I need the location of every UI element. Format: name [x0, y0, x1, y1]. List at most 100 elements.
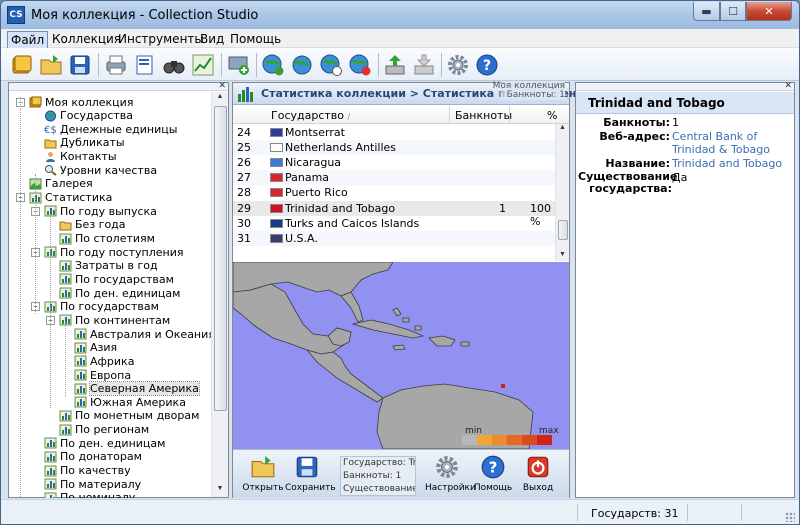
print-preview-button[interactable]: [132, 52, 158, 78]
country-button[interactable]: [289, 52, 315, 78]
maximize-button[interactable]: ☐: [720, 2, 746, 21]
open-folder-icon: [40, 55, 62, 75]
tree-node[interactable]: Затраты в год: [59, 259, 158, 273]
tree-node[interactable]: По континентам: [59, 313, 170, 327]
tree-node[interactable]: По государствам: [44, 300, 159, 314]
scroll-up-icon[interactable]: ▲: [556, 124, 569, 131]
tree-node-label: По ден. единицам: [60, 436, 166, 450]
table-scrollbar[interactable]: ▲ ▼: [555, 124, 569, 261]
map-hispaniola: [428, 335, 456, 347]
tree-node[interactable]: Южная Америка: [74, 395, 186, 409]
scroll-down-icon[interactable]: ▼: [212, 485, 228, 492]
open-button[interactable]: Открыть: [241, 454, 285, 498]
tree-scroll-thumb[interactable]: [214, 106, 227, 411]
table-scroll-thumb[interactable]: [558, 220, 568, 240]
tree-node[interactable]: По ден. единицам: [59, 286, 180, 300]
tree-node[interactable]: По государствам: [59, 272, 174, 286]
tree-node[interactable]: Дубликаты: [44, 136, 125, 150]
panel-close-icon[interactable]: ✕: [218, 80, 226, 91]
add-item-button[interactable]: [226, 52, 252, 78]
import-button[interactable]: [382, 52, 408, 78]
row-number: 25: [237, 141, 251, 155]
exit-button[interactable]: Выход: [516, 454, 560, 498]
name-link[interactable]: Trinidad and Tobago: [672, 157, 782, 170]
resize-grip[interactable]: [785, 512, 795, 522]
menu-view[interactable]: Вид: [197, 31, 227, 47]
tree-node[interactable]: Уровни качества: [44, 163, 157, 177]
app-window: CS Моя коллекция - Collection Studio ▬ ☐…: [0, 0, 800, 525]
tree-node-label: Затраты в год: [75, 259, 158, 273]
open-button[interactable]: [38, 52, 64, 78]
website-link[interactable]: Central Bank of Trinidad & Tobago: [672, 130, 780, 156]
title-bar[interactable]: CS Моя коллекция - Collection Studio ▬ ☐…: [1, 1, 799, 29]
column-country[interactable]: Государство ∕: [271, 109, 350, 122]
country-info-button[interactable]: [318, 52, 344, 78]
tree-node[interactable]: €$ Денежные единицы: [44, 122, 177, 136]
info-notes: Банкноты: 1: [343, 471, 402, 481]
find-button[interactable]: [161, 52, 187, 78]
help-button[interactable]: ? Помощь: [471, 454, 515, 498]
prop-key: Название:: [605, 157, 670, 170]
table-row[interactable]: 30 Turks and Caicos Islands: [233, 216, 555, 231]
tree-node[interactable]: По монетным дворам: [59, 409, 199, 423]
table-row[interactable]: 26 Nicaragua: [233, 155, 555, 170]
globe-add-icon: [262, 54, 284, 76]
tree-node[interactable]: По году поступления: [44, 245, 183, 259]
table-row[interactable]: 27 Panama: [233, 170, 555, 186]
close-button[interactable]: ✕: [746, 2, 792, 21]
export-button[interactable]: [411, 52, 437, 78]
save-button[interactable]: Сохранить: [285, 454, 336, 498]
tree-node[interactable]: Северная Америка: [74, 381, 200, 397]
tree-node[interactable]: По столетиям: [59, 232, 155, 246]
menu-file[interactable]: Файл: [7, 31, 49, 49]
tree-node[interactable]: Статистика: [29, 191, 112, 205]
panel-close-icon[interactable]: ✕: [784, 80, 792, 91]
table-row[interactable]: 31 U.S.A.: [233, 230, 555, 246]
tree-node[interactable]: По качеству: [44, 464, 131, 478]
tree-node[interactable]: Контакты: [44, 150, 117, 164]
tree-node[interactable]: Государства: [44, 109, 133, 123]
help-button[interactable]: ?: [474, 52, 500, 78]
tree-node[interactable]: По ден. единицам: [44, 436, 165, 450]
tree-node[interactable]: Австралия и Океания: [74, 327, 211, 341]
table-row[interactable]: 24 Montserrat: [233, 125, 555, 140]
country-name: Netherlands Antilles: [285, 141, 397, 155]
country-name: Trinidad and Tobago: [285, 201, 396, 215]
minimize-button[interactable]: ▬: [693, 2, 720, 21]
menu-tools[interactable]: Инструменты: [115, 31, 207, 47]
tree-node[interactable]: По году выпуска: [44, 204, 157, 218]
tree-node[interactable]: Моя коллекция: [29, 95, 133, 109]
table-row[interactable]: 25 Netherlands Antilles: [233, 140, 555, 156]
menu-bar: Файл Коллекция Инструменты Вид Помощь: [1, 29, 799, 49]
tree-node[interactable]: По регионам: [59, 423, 149, 437]
tree-node[interactable]: Европа: [74, 368, 131, 382]
table-row[interactable]: 29 Trinidad and Tobago 1 100 %: [233, 200, 555, 228]
tree-node[interactable]: Африка: [74, 354, 134, 368]
tree-node[interactable]: Галерея: [29, 177, 93, 191]
tree-node[interactable]: Азия: [74, 341, 117, 355]
new-collection-button[interactable]: [9, 52, 35, 78]
menu-help[interactable]: Помощь: [227, 31, 284, 47]
tree-node[interactable]: По донаторам: [44, 450, 142, 464]
save-button[interactable]: [67, 52, 93, 78]
column-percent[interactable]: %: [547, 109, 557, 122]
settings-button[interactable]: [445, 52, 471, 78]
table-row[interactable]: 28 Puerto Rico: [233, 185, 555, 200]
scroll-up-icon[interactable]: ▲: [212, 93, 228, 100]
add-country-button[interactable]: [260, 52, 286, 78]
column-notes[interactable]: Банкноты: [455, 109, 512, 122]
tree-node[interactable]: Без года: [59, 218, 126, 232]
tree-node[interactable]: По номиналу: [44, 491, 135, 498]
tree-node[interactable]: По материалу: [44, 477, 141, 491]
statistics-button[interactable]: [190, 52, 216, 78]
tree-node-label: Африка: [90, 354, 135, 368]
world-map[interactable]: min max: [233, 262, 569, 449]
map-jamaica: [392, 344, 406, 351]
tree-scrollbar[interactable]: ▲ ▼: [211, 92, 228, 497]
menu-collection[interactable]: Коллекция: [49, 31, 124, 47]
scroll-down-icon[interactable]: ▼: [556, 251, 569, 258]
flag-icon: [270, 188, 283, 198]
print-button[interactable]: [103, 52, 129, 78]
delete-country-button[interactable]: [347, 52, 373, 78]
settings-button[interactable]: Настройки: [425, 454, 476, 498]
